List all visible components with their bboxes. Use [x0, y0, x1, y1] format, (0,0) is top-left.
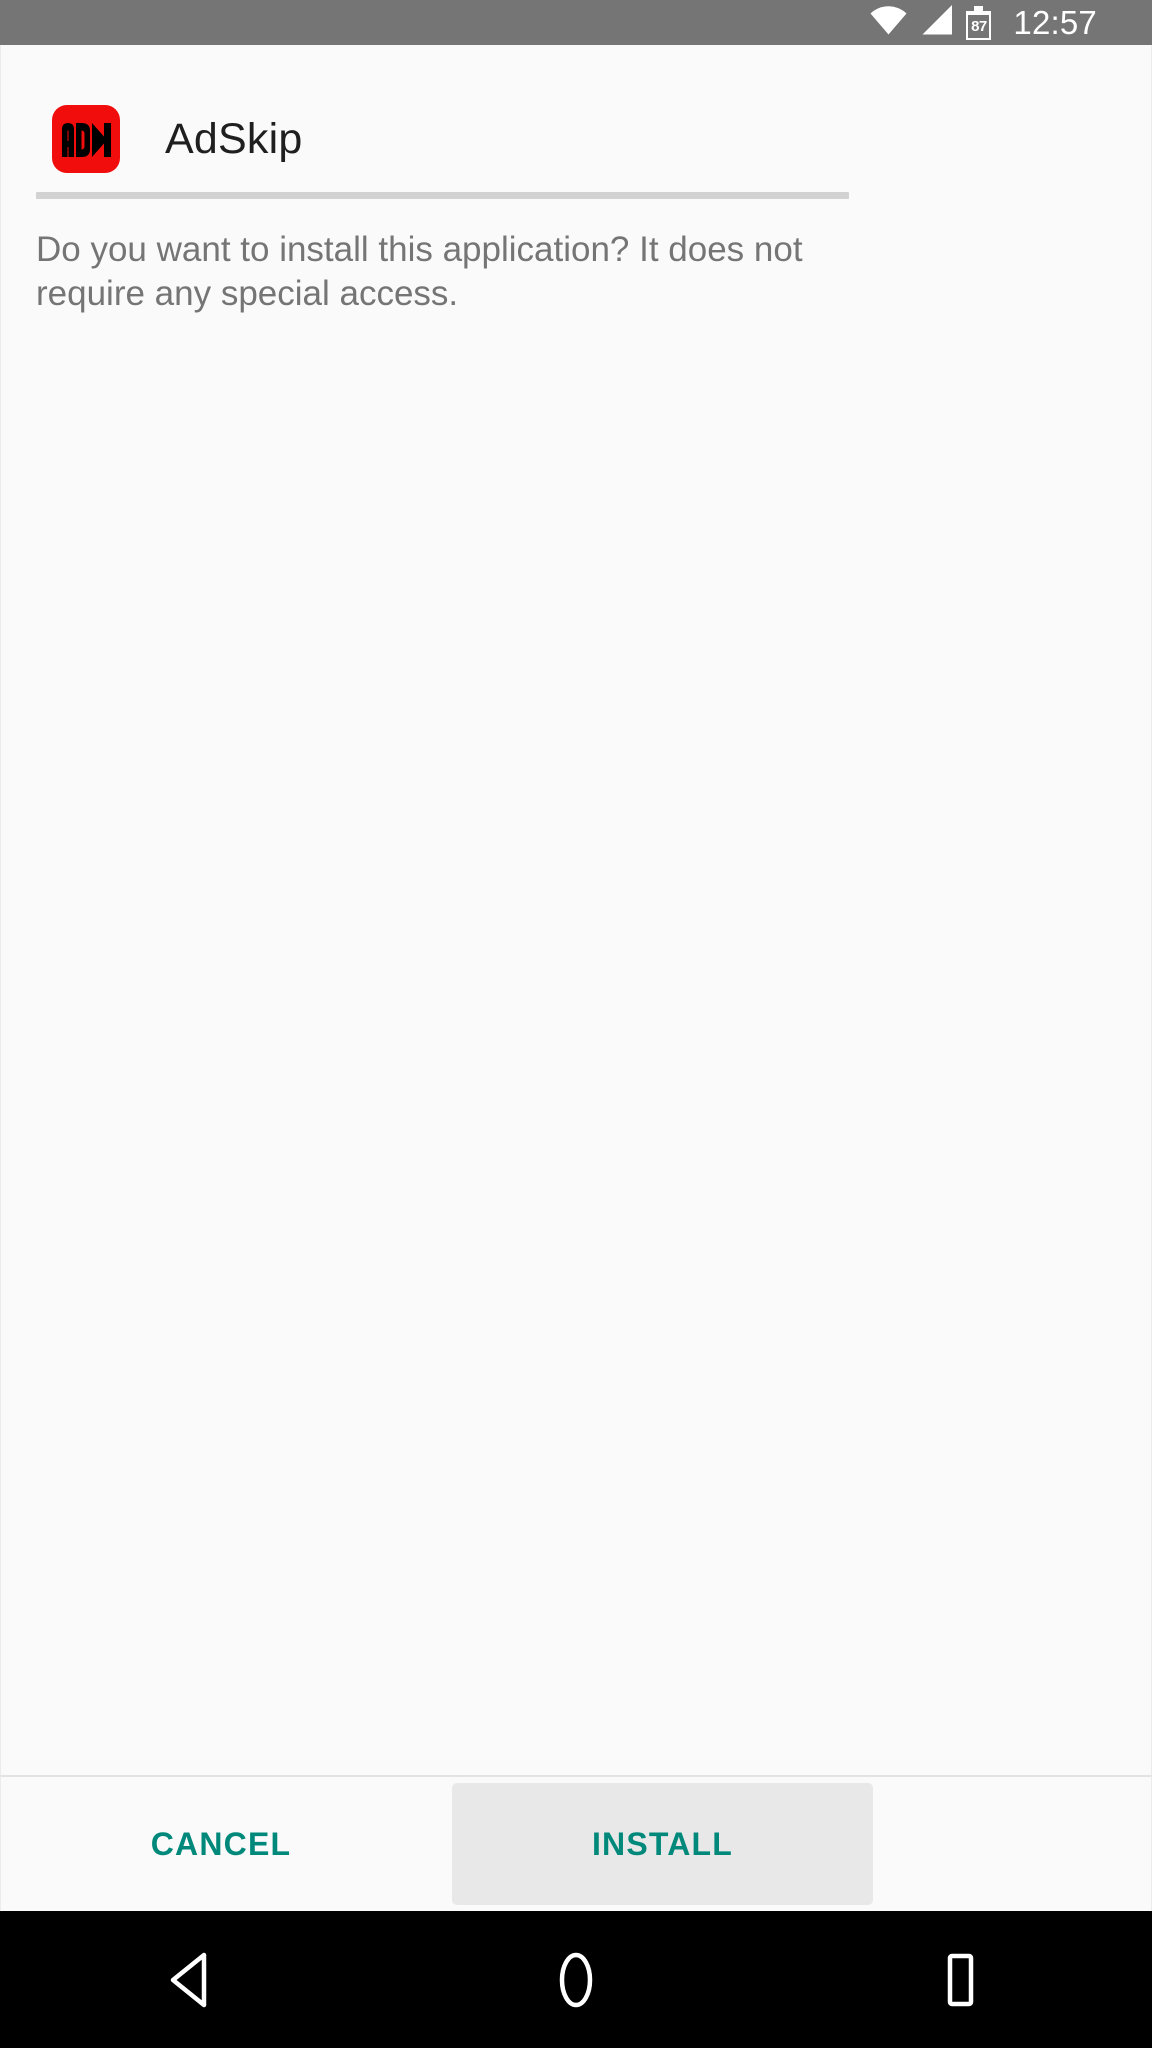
back-triangle-icon	[166, 1952, 218, 2008]
install-button[interactable]: INSTALL	[452, 1783, 873, 1905]
cellular-signal-icon	[920, 5, 953, 40]
battery-icon: 87	[966, 5, 992, 40]
divider	[36, 192, 849, 199]
status-bar: 87 12:57	[0, 0, 1152, 45]
adskip-app-icon	[52, 105, 120, 173]
android-screen: 87 12:57 AdSkip Do you want to install t…	[0, 0, 1152, 2048]
nav-recents-button[interactable]	[768, 1911, 1152, 2048]
install-dialog-content: AdSkip Do you want to install this appli…	[0, 45, 1152, 1775]
status-bar-icons: 87	[870, 5, 992, 40]
app-name-title: AdSkip	[165, 114, 303, 163]
wifi-icon	[870, 5, 907, 40]
home-circle-icon	[550, 1951, 602, 2009]
install-prompt-text: Do you want to install this application?…	[36, 230, 803, 314]
app-header: AdSkip	[52, 105, 302, 173]
cancel-button[interactable]: CANCEL	[1, 1783, 441, 1905]
dialog-button-bar: CANCEL INSTALL	[0, 1775, 1152, 1911]
android-navigation-bar	[0, 1911, 1152, 2048]
nav-back-button[interactable]	[0, 1911, 384, 2048]
nav-home-button[interactable]	[384, 1911, 768, 2048]
status-bar-clock: 12:57	[1013, 4, 1097, 41]
battery-level-label: 87	[968, 14, 990, 38]
recents-square-icon	[938, 1951, 982, 2009]
